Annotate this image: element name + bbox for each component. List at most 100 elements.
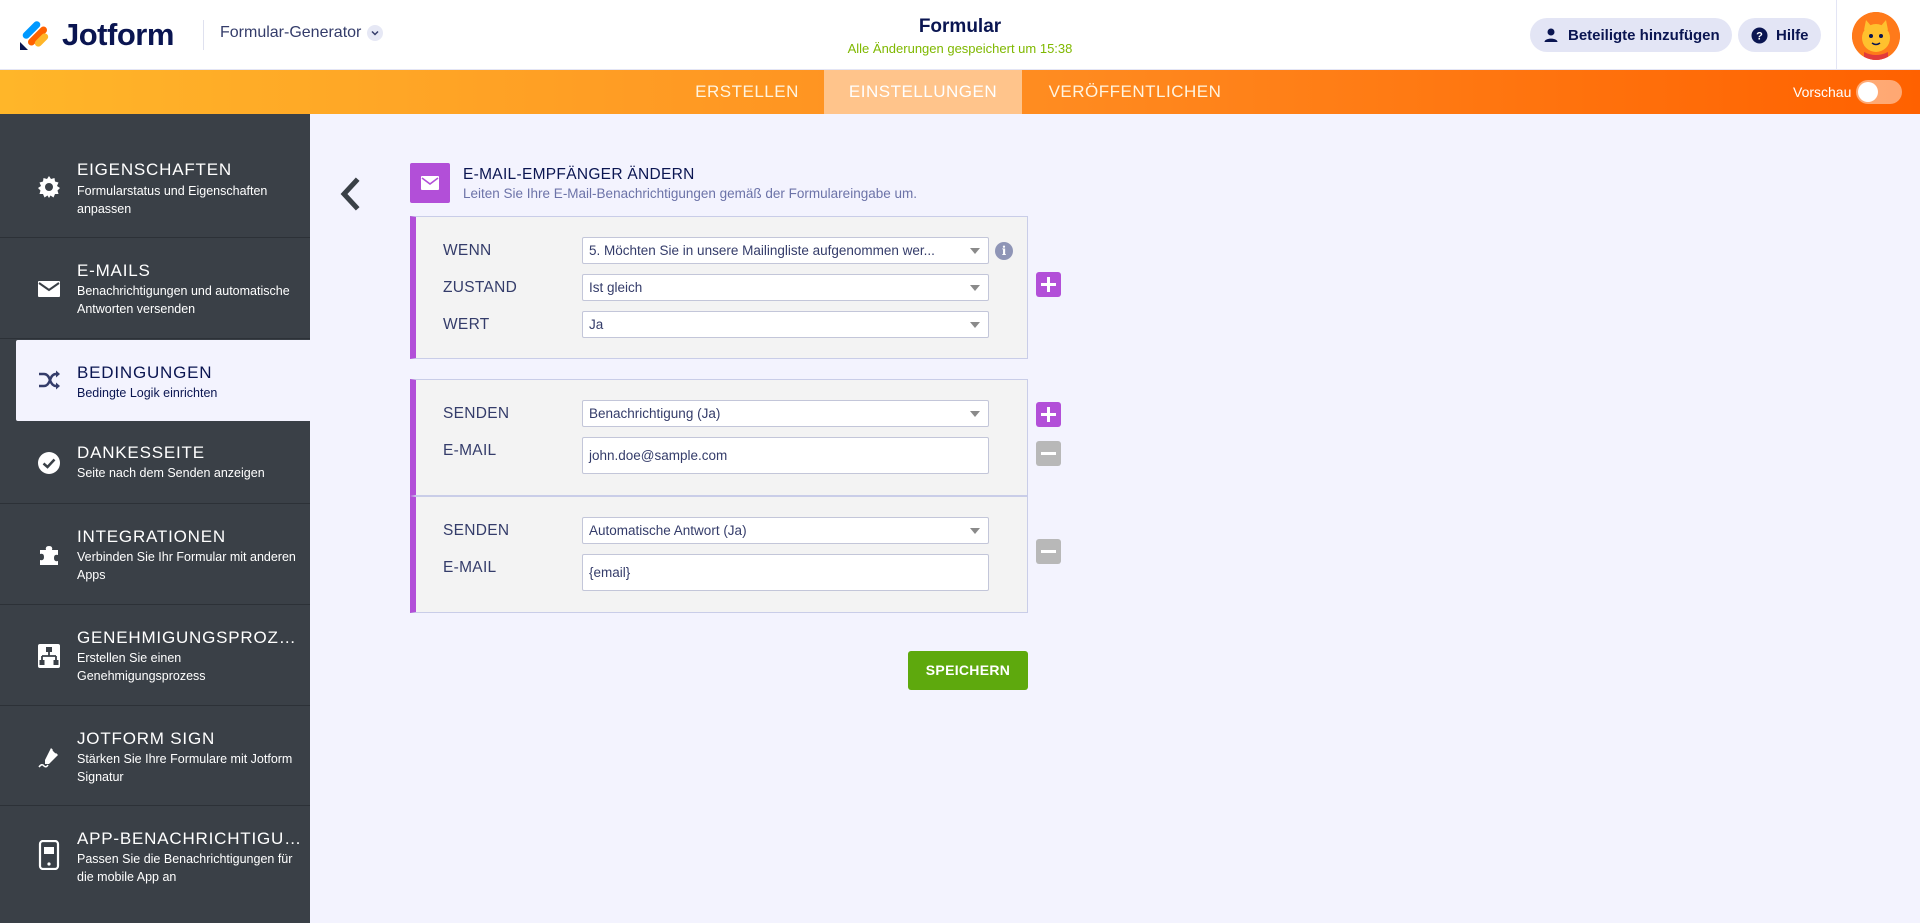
gear-icon (36, 174, 62, 200)
sidebar-item-desc: Erstellen Sie einen Genehmigungsprozess (77, 651, 206, 683)
header-divider (203, 20, 204, 50)
if-field-value: 5. Möchten Sie in unsere Mailingliste au… (589, 243, 935, 258)
sidebar-item-desc: Formularstatus und Eigenschaften anpasse… (77, 184, 268, 216)
tab-erstellen[interactable]: ERSTELLEN (680, 70, 814, 114)
toggle-knob (1858, 82, 1878, 102)
state-select[interactable]: Ist gleich (582, 274, 989, 301)
form-title[interactable]: Formular (860, 16, 1060, 38)
brand-name: Jotform (62, 17, 174, 52)
builder-label: Formular-Generator (220, 24, 362, 41)
dropdown-arrow-icon (970, 528, 980, 534)
user-icon (1542, 26, 1560, 44)
sidebar-item-jotform-sign[interactable]: JOTFORM SIGN Stärken Sie Ihre Formulare … (0, 706, 310, 806)
send-label: SENDEN (443, 405, 510, 422)
mobile-icon (36, 840, 62, 870)
back-arrow-icon[interactable] (336, 175, 364, 213)
avatar[interactable] (1852, 12, 1900, 60)
svg-text:?: ? (1756, 30, 1763, 42)
send-select[interactable]: Automatische Antwort (Ja) (582, 517, 989, 544)
help-label: Hilfe (1776, 26, 1809, 44)
chevron-down-icon (367, 25, 384, 41)
sidebar-item-bedingungen[interactable]: BEDINGUNGEN Bedingte Logik einrichten (16, 340, 310, 421)
sidebar-item-title: DANKESSEITE (77, 443, 205, 462)
state-label: ZUSTAND (443, 279, 518, 296)
preview-label: Vorschau (1793, 84, 1852, 100)
envelope-icon (36, 276, 62, 302)
jotform-logo-icon (18, 18, 52, 52)
shuffle-icon (36, 367, 62, 393)
state-value: Ist gleich (589, 280, 643, 295)
if-field-select[interactable]: 5. Möchten Sie in unsere Mailingliste au… (582, 237, 989, 264)
dropdown-arrow-icon (970, 285, 980, 291)
sidebar-item-title: APP-BENACHRICHTIGUNG (77, 829, 302, 848)
minus-icon (1041, 452, 1056, 455)
condition-card: WENN 5. Möchten Sie in unsere Mailinglis… (410, 216, 1028, 359)
check-circle-icon (36, 450, 62, 476)
send-label: SENDEN (443, 522, 510, 539)
sidebar-item-title: INTEGRATIONEN (77, 527, 226, 546)
flow-icon (36, 643, 62, 669)
top-header: Jotform Formular-Generator Formular Alle… (0, 0, 1920, 70)
header-divider (1836, 0, 1837, 70)
sidebar-item-desc: Verbinden Sie Ihr Formular mit anderen A… (77, 550, 296, 582)
email-label: E-MAIL (443, 442, 497, 459)
dropdown-arrow-icon (970, 248, 980, 254)
sidebar-item-title: EIGENSCHAFTEN (77, 160, 232, 179)
send-select[interactable]: Benachrichtigung (Ja) (582, 400, 989, 427)
sidebar-item-title: JOTFORM SIGN (77, 729, 216, 748)
value-label: WERT (443, 316, 490, 333)
email-field[interactable]: john.doe@sample.com (582, 437, 989, 474)
plus-icon (1041, 277, 1056, 292)
tab-veroeffentlichen[interactable]: VERÖFFENTLICHEN (1030, 70, 1240, 114)
sidebar-item-title: E-MAILS (77, 261, 151, 280)
add-participants-label: Beteiligte hinzufügen (1568, 26, 1720, 44)
builder-dropdown[interactable]: Formular-Generator (220, 24, 384, 42)
sidebar-item-desc: Seite nach dem Senden anzeigen (77, 466, 265, 480)
tab-bar: ERSTELLEN EINSTELLUNGEN VERÖFFENTLICHEN (0, 70, 1920, 114)
sidebar-item-genehmigungsprozess[interactable]: GENEHMIGUNGSPROZES... Erstellen Sie eine… (0, 605, 310, 706)
sidebar-item-app-benachrichtigung[interactable]: APP-BENACHRICHTIGUNG Passen Sie die Bena… (0, 806, 310, 923)
remove-action-button[interactable] (1036, 441, 1061, 466)
add-action-button[interactable] (1036, 402, 1061, 427)
settings-sidebar: EIGENSCHAFTEN Formularstatus und Eigensc… (0, 114, 310, 923)
puzzle-icon (36, 542, 62, 568)
save-status: Alle Änderungen gespeichert um 15:38 (847, 41, 1073, 56)
sidebar-item-desc: Bedingte Logik einrichten (77, 386, 218, 400)
sidebar-item-eigenschaften[interactable]: EIGENSCHAFTEN Formularstatus und Eigensc… (0, 114, 310, 238)
sidebar-item-dankesseite[interactable]: DANKESSEITE Seite nach dem Senden anzeig… (0, 421, 310, 504)
question-icon: ? (1750, 26, 1768, 44)
add-participants-button[interactable]: Beteiligte hinzufügen (1530, 18, 1732, 52)
action-card: SENDEN Benachrichtigung (Ja) E-MAIL john… (410, 379, 1028, 496)
email-field[interactable]: {email} (582, 554, 989, 591)
dropdown-arrow-icon (970, 411, 980, 417)
jotform-logo[interactable]: Jotform (18, 16, 174, 54)
tab-einstellungen[interactable]: EINSTELLUNGEN (824, 70, 1022, 114)
section-subtitle: Leiten Sie Ihre E-Mail-Benachrichtigunge… (463, 186, 917, 201)
value-value: Ja (589, 317, 604, 332)
add-condition-button[interactable] (1036, 272, 1061, 297)
sidebar-item-title: BEDINGUNGEN (77, 363, 213, 382)
sidebar-item-integrationen[interactable]: INTEGRATIONEN Verbinden Sie Ihr Formular… (0, 504, 310, 605)
action-card: SENDEN Automatische Antwort (Ja) E-MAIL … (410, 496, 1028, 613)
send-value: Benachrichtigung (Ja) (589, 406, 721, 421)
sidebar-item-emails[interactable]: E-MAILS Benachrichtigungen und automatis… (0, 238, 310, 339)
help-button[interactable]: ? Hilfe (1738, 18, 1821, 52)
value-select[interactable]: Ja (582, 311, 989, 338)
plus-icon (1041, 407, 1056, 422)
section-title: E-MAIL-EMPFÄNGER ÄNDERN (463, 166, 695, 183)
remove-action-button[interactable] (1036, 539, 1061, 564)
envelope-icon (410, 163, 450, 203)
sidebar-item-title: GENEHMIGUNGSPROZES... (77, 628, 302, 647)
save-button[interactable]: SPEICHERN (908, 651, 1028, 690)
if-label: WENN (443, 242, 492, 259)
dropdown-arrow-icon (970, 322, 980, 328)
minus-icon (1041, 550, 1056, 553)
email-label: E-MAIL (443, 559, 497, 576)
preview-toggle[interactable] (1856, 80, 1902, 104)
sidebar-item-desc: Benachrichtigungen und automatische Antw… (77, 284, 290, 316)
info-icon[interactable]: i (995, 242, 1013, 260)
sidebar-item-desc: Passen Sie die Benachrichtigungen für di… (77, 852, 293, 884)
pen-icon (36, 744, 62, 770)
sidebar-item-desc: Stärken Sie Ihre Formulare mit Jotform S… (77, 752, 293, 784)
send-value: Automatische Antwort (Ja) (589, 523, 747, 538)
